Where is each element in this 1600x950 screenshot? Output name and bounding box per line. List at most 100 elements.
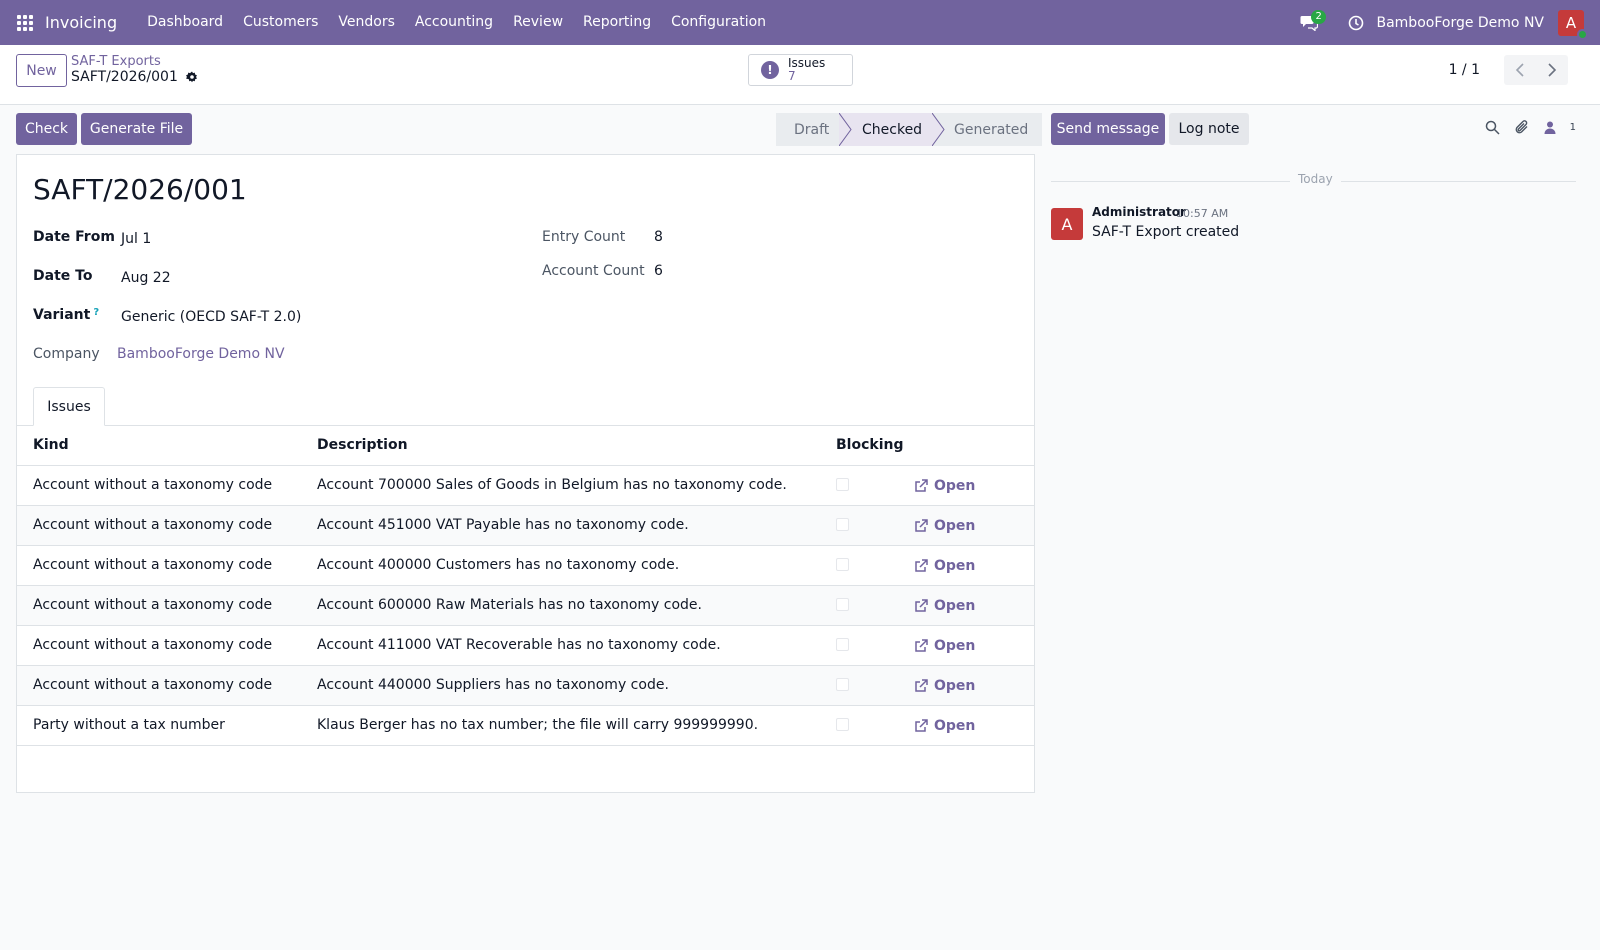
column-header-description[interactable]: Description	[317, 426, 408, 466]
account-count-label: Account Count	[542, 263, 645, 279]
entry-count-value: 8	[654, 229, 663, 245]
account-count-value: 6	[654, 263, 663, 279]
row-kind: Account without a taxonomy code	[33, 517, 273, 533]
followers-button[interactable]: 1	[1544, 121, 1576, 134]
pager-value[interactable]: 1 / 1	[1449, 62, 1480, 78]
stage-generated[interactable]: Generated	[932, 113, 1042, 146]
row-open-button[interactable]: Open	[914, 586, 975, 626]
table-row[interactable]: Account without a taxonomy code Account …	[17, 586, 1034, 626]
exclamation-icon: !	[761, 61, 779, 79]
external-link-icon	[915, 679, 928, 692]
menu-item-configuration[interactable]: Configuration	[661, 0, 776, 45]
row-blocking-checkbox[interactable]	[836, 666, 849, 706]
menu-item-vendors[interactable]: Vendors	[328, 0, 404, 45]
form-sheet: SAFT/2026/001 Date From Jul 1 Date To Au…	[16, 154, 1035, 793]
issues-table: Kind Description Blocking Account withou…	[17, 426, 1034, 746]
open-label: Open	[934, 638, 976, 654]
external-link-icon	[915, 479, 928, 492]
row-kind: Account without a taxonomy code	[33, 677, 273, 693]
messaging-button[interactable]: 2	[1294, 0, 1326, 45]
company-switcher[interactable]: BambooForge Demo NV	[1376, 15, 1544, 31]
search-messages-button[interactable]	[1485, 120, 1500, 135]
issues-smart-value: 7	[788, 69, 796, 83]
gear-icon[interactable]	[185, 71, 198, 83]
row-kind: Party without a tax number	[33, 717, 225, 733]
table-row[interactable]: Party without a tax number Klaus Berger …	[17, 706, 1034, 746]
menu-item-accounting[interactable]: Accounting	[405, 0, 503, 45]
chat-badge: 2	[1311, 10, 1326, 24]
external-link-icon	[915, 559, 928, 572]
message-author[interactable]: Administrator	[1092, 205, 1186, 219]
app-name[interactable]: Invoicing	[45, 13, 117, 32]
new-button[interactable]: New	[16, 54, 67, 87]
generate-file-button[interactable]: Generate File	[81, 113, 192, 145]
notebook-tabs: Issues	[17, 387, 1034, 426]
company-link[interactable]: BambooForge Demo NV	[117, 346, 285, 362]
stage-draft-label: Draft	[794, 121, 830, 138]
attachments-button[interactable]	[1514, 119, 1530, 135]
apps-menu-icon[interactable]	[17, 14, 35, 32]
menu-item-reporting[interactable]: Reporting	[573, 0, 661, 45]
stage-arrow-divider	[932, 113, 945, 146]
row-kind: Account without a taxonomy code	[33, 597, 273, 613]
tab-issues[interactable]: Issues	[33, 387, 105, 426]
row-description: Klaus Berger has no tax number; the file…	[317, 717, 759, 733]
table-row[interactable]: Account without a taxonomy code Account …	[17, 626, 1034, 666]
table-row[interactable]: Account without a taxonomy code Account …	[17, 546, 1034, 586]
row-blocking-checkbox[interactable]	[836, 626, 849, 666]
issues-smart-button[interactable]: ! Issues 7	[748, 54, 853, 86]
column-header-kind[interactable]: Kind	[33, 426, 69, 466]
row-blocking-checkbox[interactable]	[836, 466, 849, 506]
paperclip-icon	[1515, 120, 1528, 134]
external-link-icon	[915, 639, 928, 652]
breadcrumb-parent[interactable]: SAF-T Exports	[71, 54, 161, 69]
date-from-field[interactable]: Jul 1	[121, 231, 151, 247]
external-link-icon	[915, 599, 928, 612]
variant-field[interactable]: Generic (OECD SAF-T 2.0)	[121, 309, 301, 325]
row-description: Account 411000 VAT Recoverable has no ta…	[317, 637, 721, 653]
date-from-label: Date From	[33, 229, 115, 245]
menu-item-dashboard[interactable]: Dashboard	[137, 0, 233, 45]
date-to-field[interactable]: Aug 22	[121, 270, 171, 286]
message-body: SAF-T Export created	[1092, 224, 1240, 240]
open-label: Open	[934, 718, 976, 734]
row-open-button[interactable]: Open	[914, 626, 975, 666]
row-open-button[interactable]: Open	[914, 706, 975, 746]
send-message-button[interactable]: Send message	[1051, 113, 1165, 145]
variant-help-icon[interactable]: ?	[93, 307, 99, 318]
row-open-button[interactable]: Open	[914, 506, 975, 546]
table-row[interactable]: Account without a taxonomy code Account …	[17, 666, 1034, 706]
pager-next-button[interactable]	[1536, 55, 1568, 85]
message-avatar[interactable]: A	[1051, 208, 1083, 240]
row-blocking-checkbox[interactable]	[836, 586, 849, 626]
row-description: Account 600000 Raw Materials has no taxo…	[317, 597, 702, 613]
row-kind: Account without a taxonomy code	[33, 637, 273, 653]
row-open-button[interactable]: Open	[914, 666, 975, 706]
row-blocking-checkbox[interactable]	[836, 706, 849, 746]
table-row[interactable]: Account without a taxonomy code Account …	[17, 506, 1034, 546]
menu-item-review[interactable]: Review	[503, 0, 573, 45]
log-note-button[interactable]: Log note	[1169, 113, 1249, 145]
stage-draft[interactable]: Draft	[776, 113, 839, 146]
record-title[interactable]: SAFT/2026/001	[33, 173, 247, 206]
menu-item-customers[interactable]: Customers	[233, 0, 328, 45]
main-menu: Dashboard Customers Vendors Accounting R…	[137, 0, 776, 45]
table-row[interactable]: Account without a taxonomy code Account …	[17, 466, 1034, 506]
variant-label-text: Variant	[33, 307, 91, 323]
row-blocking-checkbox[interactable]	[836, 506, 849, 546]
pager-previous-button[interactable]	[1504, 55, 1536, 85]
online-status-dot	[1577, 28, 1588, 40]
row-blocking-checkbox[interactable]	[836, 546, 849, 586]
stage-arrow-divider	[839, 113, 852, 146]
row-description: Account 700000 Sales of Goods in Belgium…	[317, 477, 787, 493]
navbar-systray: 2 BambooForge Demo NV A	[1294, 0, 1600, 45]
row-open-button[interactable]: Open	[914, 466, 975, 506]
row-open-button[interactable]: Open	[914, 546, 975, 586]
user-avatar[interactable]: A	[1558, 9, 1588, 40]
activity-button[interactable]	[1346, 15, 1366, 31]
column-header-blocking[interactable]: Blocking	[836, 426, 903, 466]
row-kind: Account without a taxonomy code	[33, 477, 273, 493]
company-label: Company	[33, 346, 100, 362]
check-button[interactable]: Check	[16, 113, 77, 145]
chevron-right-icon	[1548, 63, 1557, 77]
